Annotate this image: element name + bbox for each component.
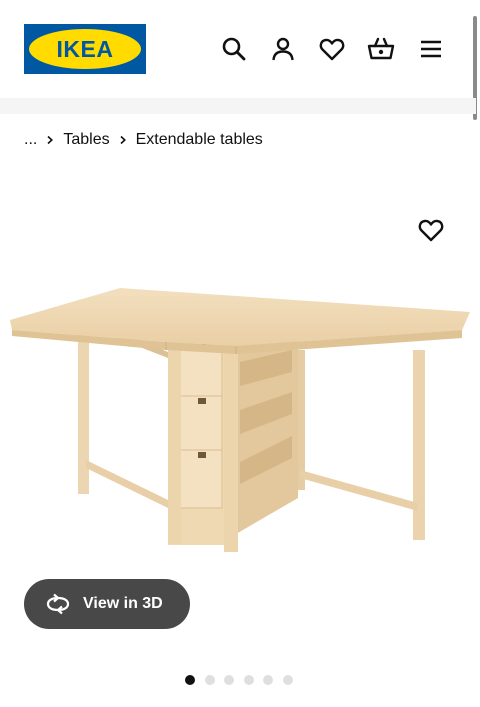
carousel-dot[interactable] (185, 675, 195, 685)
ikea-logo[interactable]: IKEA (24, 24, 146, 74)
carousel-dot[interactable] (282, 675, 293, 685)
breadcrumb-tables[interactable]: Tables (63, 131, 109, 149)
logo-oval: IKEA (29, 29, 141, 69)
chevron-right-icon (110, 131, 136, 149)
user-icon[interactable] (269, 35, 297, 63)
view-in-3d-button[interactable]: View in 3D (24, 579, 190, 629)
site-header: IKEA (0, 0, 480, 98)
heart-icon[interactable] (318, 35, 346, 63)
rotate-3d-icon (44, 593, 72, 615)
breadcrumb: ... Tables Extendable tables (24, 129, 263, 151)
carousel-dot[interactable] (243, 675, 254, 685)
carousel-dot[interactable] (224, 675, 234, 685)
breadcrumb-ellipsis[interactable]: ... (24, 131, 37, 149)
chevron-right-icon (37, 131, 63, 149)
view-in-3d-label: View in 3D (83, 595, 163, 612)
menu-icon[interactable] (417, 35, 445, 63)
carousel-dot[interactable] (263, 675, 273, 685)
save-to-list-heart-icon[interactable] (417, 216, 445, 244)
breadcrumb-extendable-tables[interactable]: Extendable tables (136, 131, 263, 149)
carousel-dot[interactable] (204, 675, 215, 685)
search-icon[interactable] (220, 35, 248, 63)
carousel-dots (185, 675, 293, 685)
basket-icon[interactable] (367, 35, 395, 63)
logo-text: IKEA (56, 35, 114, 62)
header-divider (0, 98, 476, 114)
